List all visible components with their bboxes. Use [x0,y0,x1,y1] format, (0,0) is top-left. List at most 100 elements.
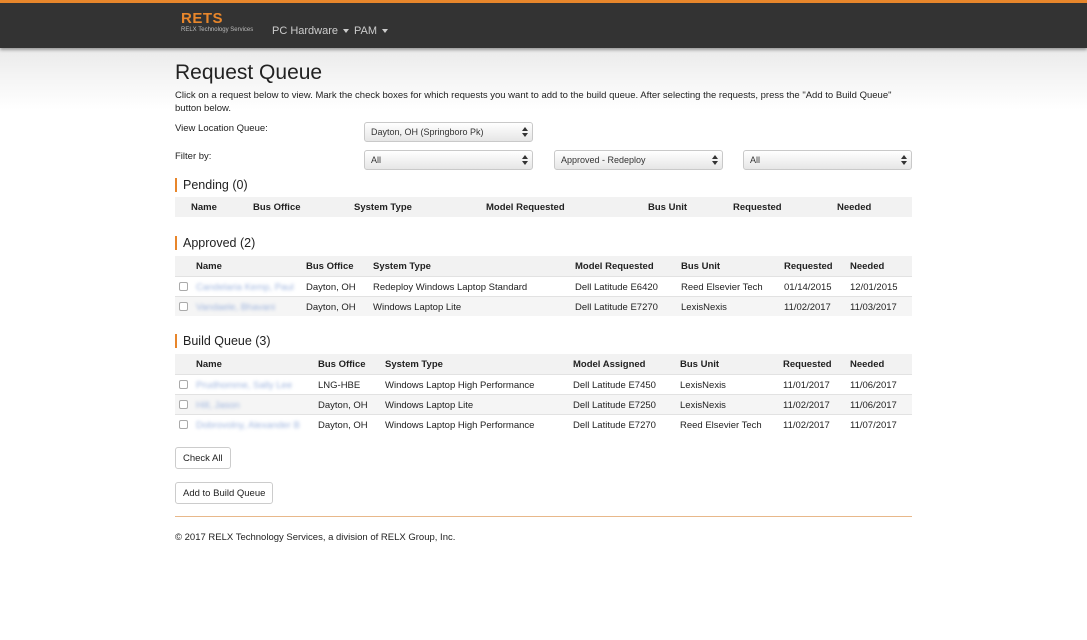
column-header[interactable]: Bus Unit [648,202,687,213]
requester-name[interactable]: Candelaria Kemp, Paul [196,282,294,293]
bus-office-cell: LNG-HBE [318,380,361,391]
bus-office-cell: Dayton, OH [318,400,368,411]
requested-date-cell: 11/02/2017 [784,302,831,313]
bus-unit-cell: LexisNexis [681,302,727,313]
column-header[interactable]: Model Requested [486,202,565,213]
column-header[interactable]: Bus Unit [680,359,719,370]
filter-select-3[interactable]: All [743,150,912,170]
bus-office-cell: Dayton, OH [306,282,356,293]
add-to-build-queue-button[interactable]: Add to Build Queue [175,482,274,504]
caret-down-icon [382,29,389,34]
check-all-button[interactable]: Check All [175,447,231,469]
nav-menu-label: PC Hardware [272,25,339,37]
column-header[interactable]: Needed [850,261,884,272]
needed-date-cell: 11/06/2017 [850,400,897,411]
select-arrows-icon [901,155,907,165]
pending-table-header: Name Bus Office System Type Model Reques… [175,197,912,217]
page-instructions: Click on a request below to view. Mark t… [175,90,892,114]
requested-date-cell: 11/02/2017 [783,420,830,431]
logo-subtitle: RELX Technology Services [181,27,254,33]
filter-select-value: Approved - Redeploy [561,155,646,165]
filter-select-value: All [371,155,382,165]
caret-down-icon [343,29,350,34]
requested-date-cell: 11/01/2017 [783,380,830,391]
column-header[interactable]: Requested [783,359,832,370]
build-queue-table-header: Name Bus Office System Type Model Assign… [175,354,912,374]
select-arrows-icon [712,155,718,165]
bus-unit-cell: LexisNexis [680,400,726,411]
row-checkbox[interactable] [179,400,188,409]
approved-table-header: Name Bus Office System Type Model Reques… [175,256,912,276]
table-row[interactable]: Prudhomme, Sally Lee LNG-HBE Windows Lap… [175,374,912,394]
logo-text: RETS [181,10,224,27]
column-header[interactable]: Bus Unit [681,261,720,272]
location-select-value: Dayton, OH (Springboro Pk) [371,127,484,137]
column-header[interactable]: System Type [385,359,443,370]
approved-section-title: Approved (2) [175,236,255,250]
requester-name[interactable]: Hill, Jason [196,400,240,411]
table-row[interactable]: Dobrovolny, Alexander B Dayton, OH Windo… [175,414,912,434]
column-header[interactable]: Name [191,202,217,213]
column-header[interactable]: Name [196,359,222,370]
select-arrows-icon [522,155,528,165]
location-label: View Location Queue: [175,123,268,134]
column-header[interactable]: Name [196,261,222,272]
filter-select-value: All [750,155,761,165]
requester-name[interactable]: Vandaele, Bhavani [196,302,275,313]
build-queue-section-title: Build Queue (3) [175,334,271,348]
table-row[interactable]: Vandaele, Bhavani Dayton, OH Windows Lap… [175,296,912,316]
brand-logo[interactable]: RETS RELX Technology Services [181,11,253,34]
footer-divider [175,516,912,517]
model-cell: Dell Latitude E7250 [573,400,656,411]
table-row[interactable]: Hill, Jason Dayton, OH Windows Laptop Li… [175,394,912,414]
bus-unit-cell: Reed Elsevier Tech [680,420,762,431]
column-header[interactable]: Bus Office [318,359,366,370]
nav-menu-label: PAM [354,25,378,37]
row-checkbox[interactable] [179,302,188,311]
system-type-cell: Windows Laptop Lite [373,302,462,313]
row-checkbox[interactable] [179,420,188,429]
model-cell: Dell Latitude E7270 [573,420,656,431]
select-arrows-icon [522,127,528,137]
page-title: Request Queue [175,61,323,84]
pending-section-title: Pending (0) [175,178,248,192]
column-header[interactable]: System Type [373,261,431,272]
needed-date-cell: 11/03/2017 [850,302,897,313]
column-header[interactable]: Requested [784,261,833,272]
filter-label: Filter by: [175,151,212,162]
column-header[interactable]: Bus Office [253,202,301,213]
column-header[interactable]: Requested [733,202,782,213]
bus-office-cell: Dayton, OH [306,302,356,313]
column-header[interactable]: Bus Office [306,261,354,272]
needed-date-cell: 11/06/2017 [850,380,897,391]
row-checkbox[interactable] [179,380,188,389]
column-header[interactable]: Needed [837,202,871,213]
requester-name[interactable]: Dobrovolny, Alexander B [196,420,300,431]
requested-date-cell: 11/02/2017 [783,400,830,411]
model-cell: Dell Latitude E6420 [575,282,658,293]
filter-select-2[interactable]: Approved - Redeploy [554,150,723,170]
model-cell: Dell Latitude E7450 [573,380,656,391]
filter-select-1[interactable]: All [364,150,533,170]
nav-menu-pam[interactable]: PAM [354,25,389,37]
location-select[interactable]: Dayton, OH (Springboro Pk) [364,122,533,142]
footer-copyright: © 2017 RELX Technology Services, a divis… [175,532,456,543]
requester-name[interactable]: Prudhomme, Sally Lee [196,380,292,391]
bus-unit-cell: Reed Elsevier Tech [681,282,763,293]
system-type-cell: Redeploy Windows Laptop Standard [373,282,528,293]
top-navbar: RETS RELX Technology Services PC Hardwar… [0,0,1087,48]
requested-date-cell: 01/14/2015 [784,282,832,293]
column-header[interactable]: Model Requested [575,261,654,272]
system-type-cell: Windows Laptop High Performance [385,380,535,391]
nav-menu-pc-hardware[interactable]: PC Hardware [272,25,350,37]
bus-office-cell: Dayton, OH [318,420,368,431]
column-header[interactable]: Model Assigned [573,359,646,370]
needed-date-cell: 11/07/2017 [850,420,897,431]
system-type-cell: Windows Laptop Lite [385,400,474,411]
needed-date-cell: 12/01/2015 [850,282,898,293]
model-cell: Dell Latitude E7270 [575,302,658,313]
column-header[interactable]: System Type [354,202,412,213]
row-checkbox[interactable] [179,282,188,291]
table-row[interactable]: Candelaria Kemp, Paul Dayton, OH Redeplo… [175,276,912,296]
column-header[interactable]: Needed [850,359,884,370]
